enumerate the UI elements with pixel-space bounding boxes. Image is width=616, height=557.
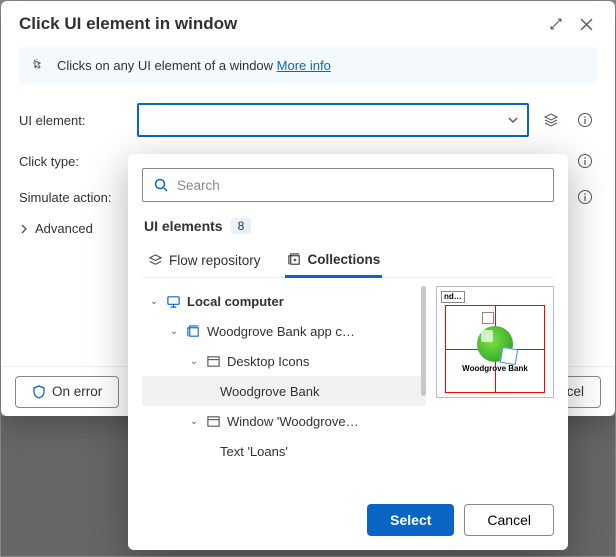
info-bar: Clicks on any UI element of a window Mor… [19, 47, 597, 83]
search-icon [153, 177, 169, 193]
computer-icon [166, 294, 181, 309]
chevron-down-icon: ⌄ [168, 326, 180, 337]
chevron-down-icon: ⌄ [148, 296, 160, 307]
more-info-link[interactable]: More info [277, 58, 331, 73]
element-preview: nd… Woodgrove Bank [436, 286, 554, 398]
cancel-button[interactable]: Cancel [464, 504, 554, 536]
expand-icon[interactable] [541, 9, 571, 39]
tabs: Flow repository Collections [142, 244, 554, 278]
preview-caption: Woodgrove Bank [462, 364, 528, 373]
ui-element-picker-popup: Search UI elements 8 Flow repository Col… [128, 154, 568, 550]
tree-node-group[interactable]: ⌄ Window 'Woodgrove… [142, 406, 426, 436]
repository-icon [148, 253, 163, 268]
on-error-button[interactable]: On error [15, 376, 119, 408]
preview-grid: Woodgrove Bank [445, 305, 545, 393]
layers-icon[interactable] [539, 108, 563, 132]
info-text: Clicks on any UI element of a window [57, 58, 277, 73]
window-icon [206, 354, 221, 369]
ui-element-dropdown[interactable] [137, 103, 529, 137]
section-heading: UI elements 8 [144, 218, 552, 234]
info-icon[interactable] [573, 149, 597, 173]
tree-node-app[interactable]: ⌄ Woodgrove Bank app c… [142, 316, 426, 346]
close-icon[interactable] [571, 9, 601, 39]
app-icon [477, 326, 513, 362]
tab-flow-repository[interactable]: Flow repository [146, 244, 263, 277]
tree-node-group[interactable]: ⌄ Desktop Icons [142, 346, 426, 376]
preview-header: nd… [441, 291, 465, 303]
window-icon [206, 414, 221, 429]
search-input[interactable]: Search [142, 168, 554, 202]
select-button[interactable]: Select [367, 504, 454, 536]
chevron-right-icon [19, 224, 29, 234]
title-bar: Click UI element in window [1, 1, 615, 47]
simulate-action-label: Simulate action: [19, 190, 127, 205]
tree-node-root[interactable]: ⌄ Local computer [142, 286, 426, 316]
chevron-down-icon: ⌄ [188, 416, 200, 427]
tree-node-item-selected[interactable]: Woodgrove Bank [142, 376, 426, 406]
info-icon[interactable] [573, 185, 597, 209]
tree-node-item[interactable]: Text 'Loans' [142, 436, 426, 466]
ui-element-tree[interactable]: ⌄ Local computer ⌄ Woodgrove Bank app c…… [142, 286, 426, 494]
dialog-title: Click UI element in window [19, 14, 237, 34]
shield-icon [32, 385, 46, 399]
checkbox-icon [482, 312, 494, 324]
click-type-label: Click type: [19, 154, 127, 169]
count-badge: 8 [231, 218, 252, 234]
collection-icon [186, 324, 201, 339]
cursor-click-icon [31, 57, 47, 73]
chevron-down-icon [507, 114, 519, 126]
tab-collections[interactable]: Collections [285, 244, 383, 278]
info-icon[interactable] [573, 108, 597, 132]
chevron-down-icon: ⌄ [188, 356, 200, 367]
ui-element-label: UI element: [19, 113, 127, 128]
popup-footer: Select Cancel [142, 504, 554, 536]
scrollbar-thumb[interactable] [421, 286, 426, 396]
collections-icon [287, 252, 302, 267]
